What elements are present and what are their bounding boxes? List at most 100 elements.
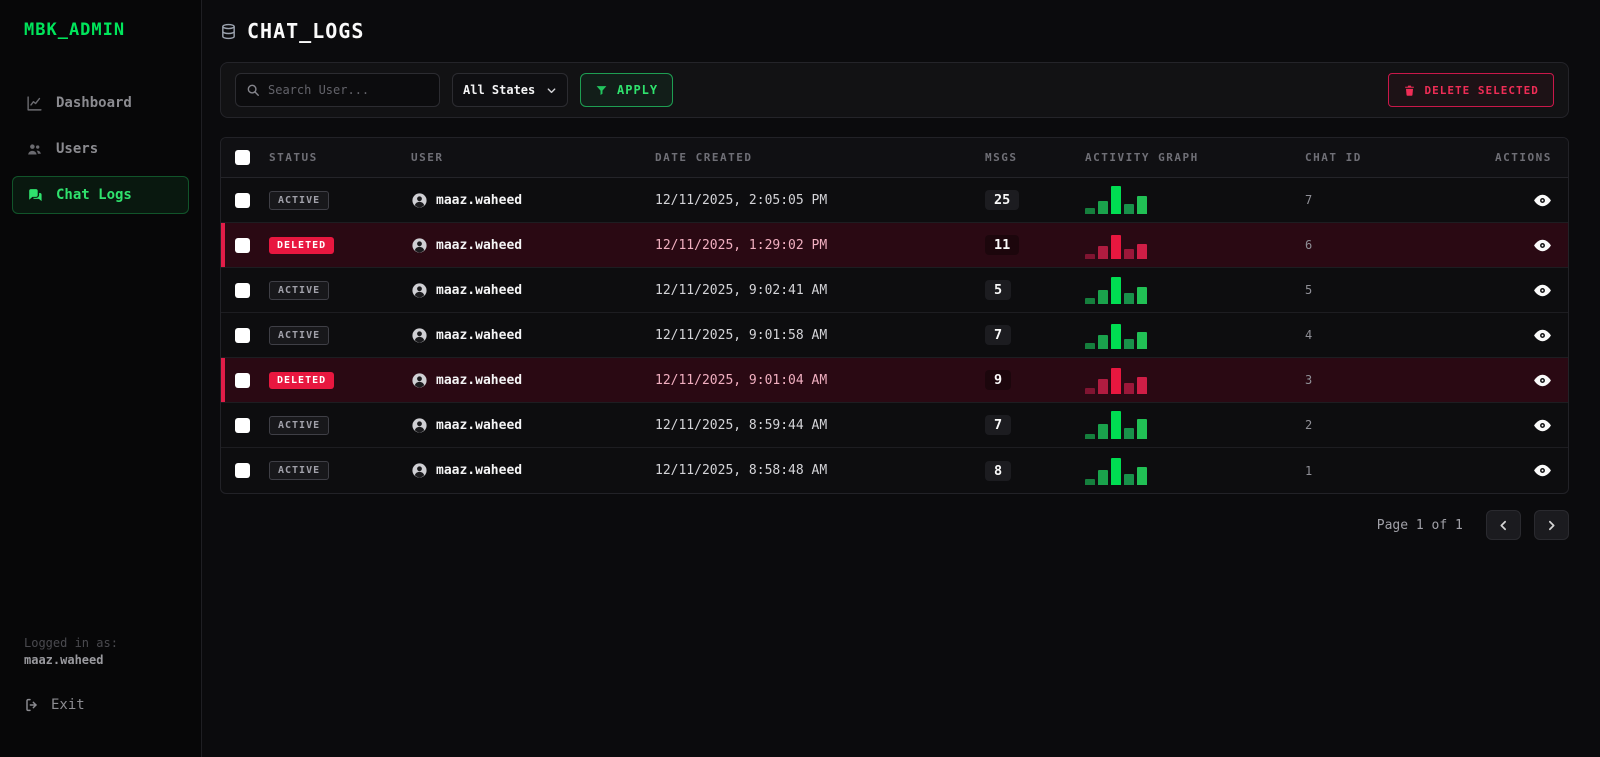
activity-bar bbox=[1085, 434, 1095, 439]
row-checkbox[interactable] bbox=[235, 328, 250, 343]
user-circle-icon bbox=[411, 237, 428, 254]
chat-id: 4 bbox=[1305, 328, 1312, 342]
column-header-msgs: MSGS bbox=[985, 151, 1085, 164]
table-row: ACTIVEmaaz.waheed12/11/2025, 9:01:58 AM7… bbox=[221, 313, 1568, 358]
column-header-chat-id: CHAT ID bbox=[1305, 151, 1495, 164]
table-row: DELETEDmaaz.waheed12/11/2025, 9:01:04 AM… bbox=[221, 358, 1568, 403]
activity-bar bbox=[1085, 388, 1095, 394]
user-name: maaz.waheed bbox=[436, 418, 522, 433]
msgs-count: 7 bbox=[985, 325, 1011, 345]
main-content: CHAT_LOGS All States APPLY DELETE SELECT… bbox=[202, 0, 1600, 757]
user-name: maaz.waheed bbox=[436, 193, 522, 208]
activity-bar bbox=[1111, 186, 1121, 214]
user-name: maaz.waheed bbox=[436, 373, 522, 388]
row-checkbox[interactable] bbox=[235, 193, 250, 208]
status-badge: ACTIVE bbox=[269, 461, 329, 480]
view-eye-icon[interactable] bbox=[1533, 461, 1552, 480]
activity-graph bbox=[1085, 231, 1147, 259]
activity-bar bbox=[1124, 428, 1134, 439]
row-checkbox[interactable] bbox=[235, 463, 250, 478]
activity-graph bbox=[1085, 186, 1147, 214]
status-badge: ACTIVE bbox=[269, 281, 329, 300]
pagination: Page 1 of 1 bbox=[220, 510, 1569, 540]
user-circle-icon bbox=[411, 327, 428, 344]
row-checkbox[interactable] bbox=[235, 418, 250, 433]
sidebar-item-users[interactable]: Users bbox=[12, 130, 189, 168]
view-eye-icon[interactable] bbox=[1533, 416, 1552, 435]
status-badge: ACTIVE bbox=[269, 326, 329, 345]
activity-bar bbox=[1137, 196, 1147, 214]
delete-selected-button[interactable]: DELETE SELECTED bbox=[1388, 73, 1554, 107]
column-header-status: STATUS bbox=[269, 151, 411, 164]
column-header-user: USER bbox=[411, 151, 655, 164]
date-created: 12/11/2025, 1:29:02 PM bbox=[655, 238, 827, 253]
column-header-date-created: DATE CREATED bbox=[655, 151, 985, 164]
select-all-checkbox[interactable] bbox=[235, 150, 250, 165]
page-title: CHAT_LOGS bbox=[247, 19, 364, 43]
activity-graph bbox=[1085, 457, 1147, 485]
trash-icon bbox=[1403, 84, 1416, 97]
user-name: maaz.waheed bbox=[436, 328, 522, 343]
next-page-button[interactable] bbox=[1534, 510, 1569, 540]
activity-bar bbox=[1098, 246, 1108, 259]
date-created: 12/11/2025, 9:01:04 AM bbox=[655, 373, 827, 388]
table-row: DELETED maaz.waheed 12/11/2025, 1:29:02 PM… bbox=[221, 223, 1568, 268]
previous-page-button[interactable] bbox=[1486, 510, 1521, 540]
sidebar: MBK_ADMIN Dashboard Users Chat Logs Logg… bbox=[0, 0, 202, 757]
activity-bar bbox=[1137, 287, 1147, 304]
sidebar-item-chat-logs[interactable]: Chat Logs bbox=[12, 176, 189, 214]
status-badge: ACTIVE bbox=[269, 191, 329, 210]
chat-id: 6 bbox=[1305, 238, 1312, 252]
status-badge: DELETED bbox=[269, 237, 334, 254]
date-created: 12/11/2025, 2:05:05 PM bbox=[655, 193, 827, 208]
view-eye-icon[interactable] bbox=[1533, 191, 1552, 210]
view-eye-icon[interactable] bbox=[1533, 236, 1552, 255]
search-input[interactable] bbox=[268, 83, 429, 97]
chat-id: 2 bbox=[1305, 418, 1312, 432]
table-row: ACTIVEmaaz.waheed12/11/2025, 8:58:48 AM8… bbox=[221, 448, 1568, 493]
chat-id: 3 bbox=[1305, 373, 1312, 387]
status-badge: ACTIVE bbox=[269, 416, 329, 435]
activity-bar bbox=[1085, 343, 1095, 349]
state-filter-value: All States bbox=[463, 83, 535, 97]
state-filter-select[interactable]: All States bbox=[452, 73, 568, 107]
page-indicator: Page 1 of 1 bbox=[1377, 518, 1463, 533]
activity-bar bbox=[1111, 235, 1121, 259]
row-checkbox[interactable] bbox=[235, 283, 250, 298]
apply-button[interactable]: APPLY bbox=[580, 73, 673, 107]
view-eye-icon[interactable] bbox=[1533, 326, 1552, 345]
activity-bar bbox=[1111, 277, 1121, 304]
table-row: ACTIVEmaaz.waheed12/11/2025, 8:59:44 AM7… bbox=[221, 403, 1568, 448]
sidebar-item-label: Chat Logs bbox=[56, 187, 132, 203]
activity-graph bbox=[1085, 366, 1147, 394]
sidebar-item-dashboard[interactable]: Dashboard bbox=[12, 84, 189, 122]
row-checkbox[interactable] bbox=[235, 373, 250, 388]
activity-bar bbox=[1098, 201, 1108, 214]
delete-selected-label: DELETE SELECTED bbox=[1425, 84, 1539, 97]
activity-bar bbox=[1085, 479, 1095, 485]
chart-line-icon bbox=[26, 95, 43, 112]
activity-bar bbox=[1124, 383, 1134, 394]
activity-bar bbox=[1098, 290, 1108, 304]
view-eye-icon[interactable] bbox=[1533, 281, 1552, 300]
database-icon bbox=[220, 23, 237, 40]
activity-graph bbox=[1085, 321, 1147, 349]
exit-button[interactable]: Exit bbox=[24, 697, 177, 713]
msgs-count: 9 bbox=[985, 370, 1011, 390]
activity-graph bbox=[1085, 411, 1147, 439]
row-checkbox[interactable] bbox=[235, 238, 250, 253]
activity-bar bbox=[1124, 293, 1134, 304]
view-eye-icon[interactable] bbox=[1533, 371, 1552, 390]
date-created: 12/11/2025, 9:02:41 AM bbox=[655, 283, 827, 298]
user-name: maaz.waheed bbox=[436, 238, 522, 253]
user-circle-icon bbox=[411, 372, 428, 389]
activity-bar bbox=[1137, 467, 1147, 485]
table-body: ACTIVE maaz.waheed 12/11/2025, 2:05:05 PM 2… bbox=[221, 178, 1568, 493]
activity-bar bbox=[1124, 474, 1134, 485]
msgs-count: 8 bbox=[985, 461, 1011, 481]
date-created: 12/11/2025, 8:59:44 AM bbox=[655, 418, 827, 433]
activity-bar bbox=[1124, 249, 1134, 259]
activity-bar bbox=[1098, 470, 1108, 485]
brand-logo: MBK_ADMIN bbox=[0, 0, 201, 40]
activity-graph bbox=[1085, 276, 1147, 304]
